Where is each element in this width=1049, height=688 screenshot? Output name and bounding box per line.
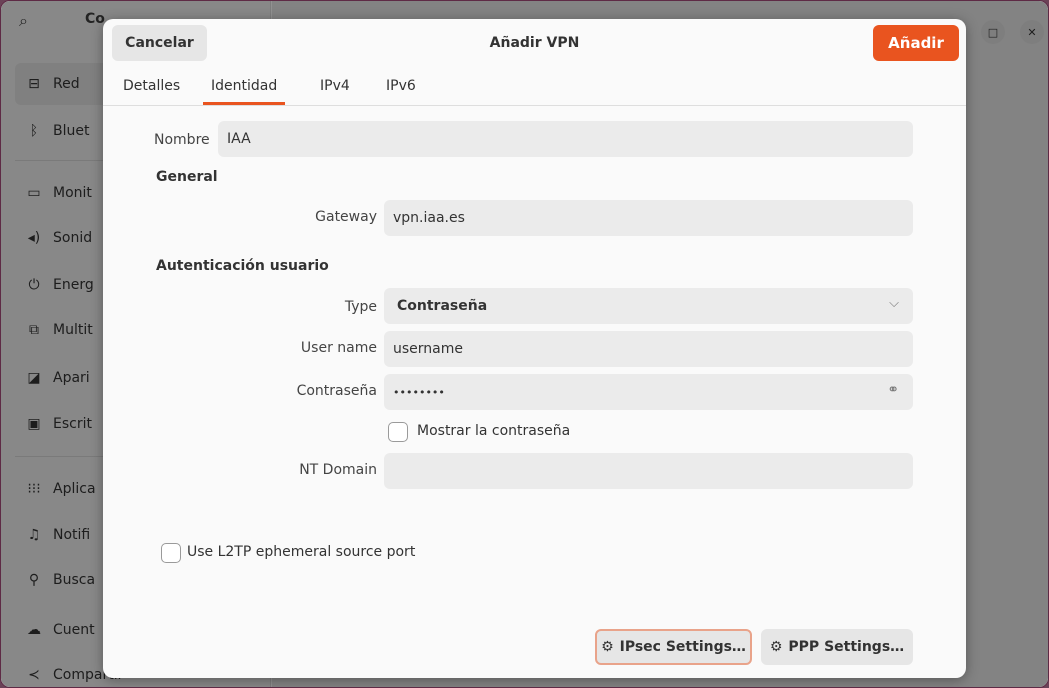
show-password-checkbox[interactable]: [388, 422, 408, 442]
password-value: ••••••••: [393, 385, 445, 399]
ntdomain-field[interactable]: [384, 453, 913, 489]
username-label: User name: [300, 340, 377, 356]
ntdomain-label: NT Domain: [299, 462, 377, 478]
password-user-icon[interactable]: ⚭: [887, 382, 899, 398]
name-value: IAA: [227, 131, 251, 147]
type-dropdown[interactable]: Contraseña ⌵: [384, 288, 913, 324]
settings-window: ⌕ Co ⊟ Red ᛒ Bluet ▭ Monit ◂) Sonid ⏻ En…: [0, 0, 1049, 688]
add-vpn-dialog: Cancelar Añadir VPN Añadir Detalles Iden…: [103, 19, 966, 678]
tab-identity[interactable]: Identidad: [202, 78, 286, 105]
l2tp-ephemeral-label[interactable]: Use L2TP ephemeral source port: [187, 544, 415, 560]
ipsec-settings-label: IPsec Settings…: [619, 639, 746, 655]
auth-heading: Autenticación usuario: [156, 258, 329, 274]
tabs-divider: [103, 105, 966, 106]
l2tp-ephemeral-checkbox[interactable]: [161, 543, 181, 563]
tab-details[interactable]: Detalles: [123, 78, 180, 94]
add-button[interactable]: Añadir: [873, 25, 959, 61]
dialog-title: Añadir VPN: [489, 35, 580, 51]
gateway-value: vpn.iaa.es: [393, 210, 465, 226]
ppp-settings-button[interactable]: ⚙ PPP Settings…: [761, 629, 913, 665]
chevron-down-icon: ⌵: [889, 296, 899, 311]
gateway-label: Gateway: [315, 209, 377, 225]
type-value: Contraseña: [397, 298, 488, 314]
dialog-header: Cancelar Añadir VPN Añadir: [103, 19, 966, 75]
tab-bar: Detalles Identidad IPv4 IPv6: [103, 75, 966, 105]
gear-icon: ⚙: [601, 639, 614, 655]
username-field[interactable]: username: [384, 331, 913, 367]
gateway-field[interactable]: vpn.iaa.es: [384, 200, 913, 236]
name-field[interactable]: IAA: [218, 121, 913, 157]
tab-ipv4[interactable]: IPv4: [320, 78, 350, 94]
password-label: Contraseña: [296, 383, 377, 399]
general-heading: General: [156, 169, 218, 185]
name-label: Nombre: [154, 132, 210, 148]
ipsec-settings-button[interactable]: ⚙ IPsec Settings…: [595, 629, 752, 665]
gear-icon: ⚙: [769, 639, 783, 655]
show-password-label[interactable]: Mostrar la contraseña: [417, 423, 570, 439]
username-value: username: [393, 341, 463, 357]
type-label: Type: [344, 299, 377, 315]
password-field[interactable]: •••••••• ⚭: [384, 374, 913, 410]
ppp-settings-label: PPP Settings…: [788, 639, 905, 655]
tab-ipv6[interactable]: IPv6: [386, 78, 416, 94]
